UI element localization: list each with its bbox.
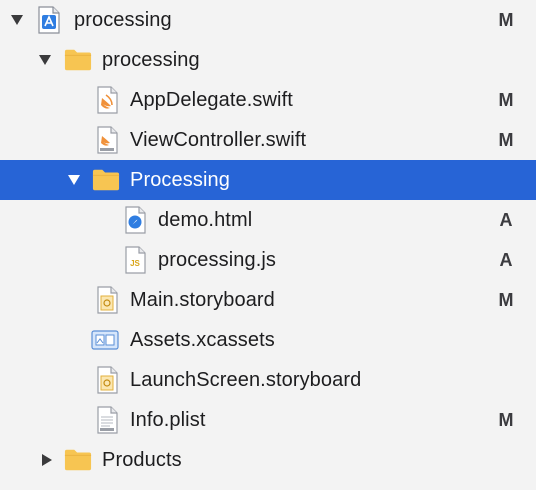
- disclosure-collapsed-icon[interactable]: [39, 453, 55, 467]
- tree-row-demo-html[interactable]: demo.html A: [0, 200, 536, 240]
- scm-status-badge: [494, 160, 518, 200]
- plist-file-icon: [93, 406, 121, 434]
- tree-row-launchscreen-storyboard[interactable]: LaunchScreen.storyboard: [0, 360, 536, 400]
- js-file-icon: JS: [121, 246, 149, 274]
- scm-status-badge: M: [498, 410, 514, 430]
- storyboard-file-icon: [93, 366, 121, 394]
- tree-item-label: processing: [102, 49, 200, 71]
- scm-status-badge: M: [498, 130, 514, 150]
- scm-status-badge: [494, 320, 518, 360]
- tree-item-label: demo.html: [158, 209, 253, 231]
- tree-item-label: AppDelegate.swift: [130, 89, 293, 111]
- svg-text:JS: JS: [130, 259, 140, 268]
- swift-file-icon: [93, 126, 121, 154]
- tree-row-viewcontroller-swift[interactable]: ViewController.swift M: [0, 120, 536, 160]
- scm-status-badge: M: [498, 290, 514, 310]
- disclosure-expanded-icon[interactable]: [66, 173, 82, 187]
- tree-row-group-products[interactable]: Products: [0, 440, 536, 480]
- html-file-icon: [121, 206, 149, 234]
- tree-item-label: processing.js: [158, 249, 277, 271]
- tree-item-label: Processing: [130, 169, 230, 191]
- tree-row-project[interactable]: processing M: [0, 0, 536, 40]
- tree-row-assets-xcassets[interactable]: Assets.xcassets: [0, 320, 536, 360]
- asset-catalog-icon: [91, 326, 119, 354]
- tree-item-label: Products: [102, 449, 182, 471]
- tree-item-label: processing: [74, 9, 172, 31]
- tree-row-info-plist[interactable]: Info.plist M: [0, 400, 536, 440]
- folder-icon: [92, 166, 120, 194]
- tree-row-main-storyboard[interactable]: Main.storyboard M: [0, 280, 536, 320]
- tree-row-appdelegate-swift[interactable]: AppDelegate.swift M: [0, 80, 536, 120]
- disclosure-expanded-icon[interactable]: [9, 13, 25, 27]
- xcode-project-icon: [35, 6, 63, 34]
- swift-file-icon: [93, 86, 121, 114]
- tree-item-label: Main.storyboard: [130, 289, 275, 311]
- tree-row-group-processing-selected[interactable]: Processing: [0, 160, 536, 200]
- tree-item-label: LaunchScreen.storyboard: [130, 369, 362, 391]
- scm-status-badge: A: [499, 210, 513, 230]
- scm-status-badge: A: [499, 250, 513, 270]
- folder-icon: [64, 446, 92, 474]
- scm-status-badge: [494, 440, 518, 480]
- disclosure-expanded-icon[interactable]: [37, 53, 53, 67]
- scm-status-badge: [494, 40, 518, 80]
- tree-item-label: ViewController.swift: [130, 129, 307, 151]
- tree-item-label: Assets.xcassets: [130, 329, 275, 351]
- tree-row-processing-js[interactable]: JS processing.js A: [0, 240, 536, 280]
- tree-row-group-processing[interactable]: processing: [0, 40, 536, 80]
- folder-icon: [64, 46, 92, 74]
- storyboard-file-icon: [93, 286, 121, 314]
- scm-status-badge: [494, 360, 518, 400]
- scm-status-badge: M: [498, 90, 514, 110]
- project-navigator: processing M processing AppDelegate.swif…: [0, 0, 536, 490]
- scm-status-badge: M: [498, 10, 514, 30]
- tree-item-label: Info.plist: [130, 409, 206, 431]
